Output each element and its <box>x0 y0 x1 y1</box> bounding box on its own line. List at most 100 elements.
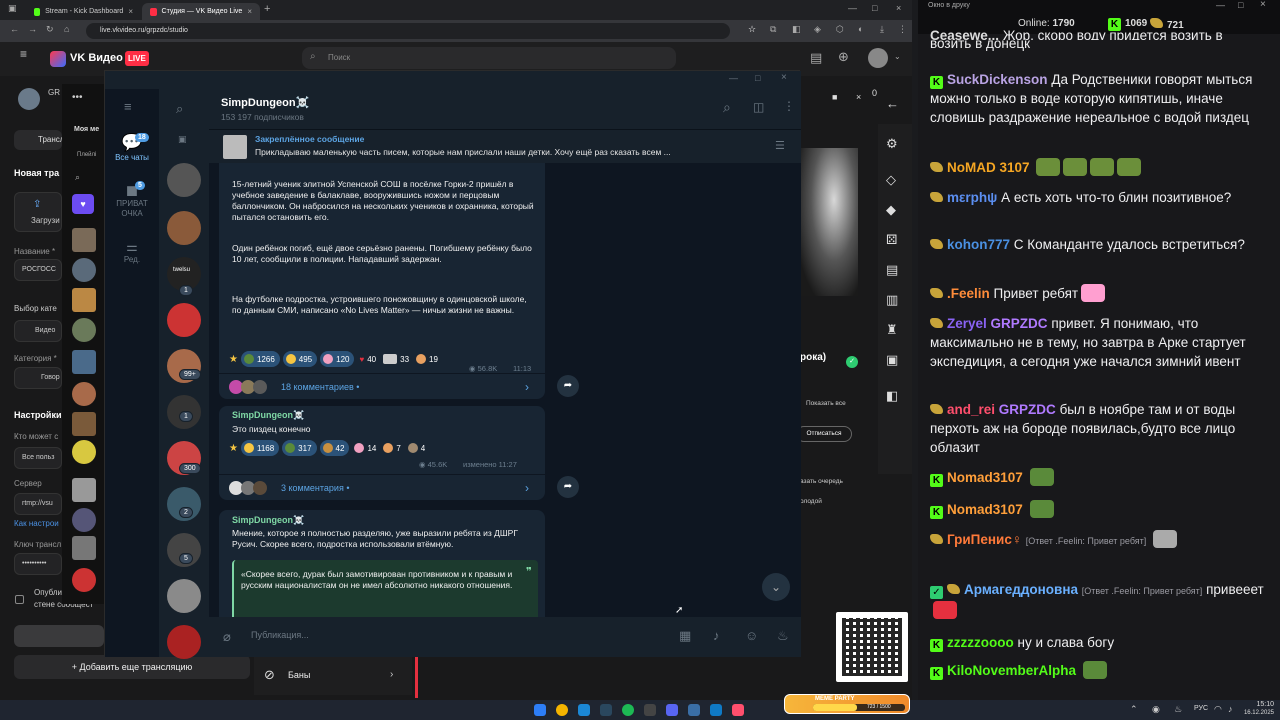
reaction-chip[interactable]: 7 <box>381 440 402 456</box>
close-icon[interactable]: × <box>781 72 787 83</box>
chart-icon[interactable]: ▥ <box>886 292 898 308</box>
reaction-chip[interactable]: 317 <box>282 440 317 456</box>
bans-row[interactable]: ⊘ Баны › <box>254 657 412 695</box>
profile-icon[interactable]: ◐ <box>858 24 863 34</box>
chrome-icon[interactable] <box>556 704 568 716</box>
schedule-calendar-icon[interactable]: ▦ <box>679 628 691 644</box>
pin-list-icon[interactable]: ☰ <box>775 139 785 152</box>
comments-row[interactable]: 18 комментариев • › <box>219 373 545 399</box>
dice-icon[interactable]: ⚄ <box>886 232 897 248</box>
cast-icon[interactable]: ▤ <box>810 50 822 66</box>
close-icon[interactable]: × <box>856 92 861 102</box>
url-field[interactable]: live.vkvideo.ru/grpzdc/studio <box>86 23 730 39</box>
reaction-chip[interactable]: 14 <box>352 440 378 456</box>
avatar[interactable] <box>868 48 888 68</box>
download-icon[interactable]: ⤓ <box>880 24 884 35</box>
video-thumbnail[interactable] <box>72 318 96 342</box>
chat-mention[interactable]: GRPZDC <box>999 402 1056 417</box>
reaction-chip[interactable]: 1266 <box>240 351 280 367</box>
chat-username[interactable]: Армагеддоновна <box>964 582 1078 597</box>
close-icon[interactable]: × <box>247 7 252 16</box>
forward-icon[interactable]: → <box>28 24 37 34</box>
minimize-icon[interactable]: — <box>1216 0 1225 10</box>
emoji-icon[interactable]: ☺ <box>745 628 758 643</box>
windows-start-icon[interactable] <box>534 704 546 716</box>
video-thumbnail[interactable] <box>72 258 96 282</box>
microphone-icon[interactable]: ♨ <box>1174 704 1182 715</box>
language-indicator[interactable]: РУС <box>1194 705 1208 712</box>
home-icon[interactable]: ⌂ <box>64 24 69 34</box>
video-thumbnail[interactable] <box>72 568 96 592</box>
close-icon[interactable]: × <box>128 7 133 16</box>
tray-chevron-icon[interactable]: ⌃ <box>1130 704 1138 715</box>
more-dots-icon[interactable]: ••• <box>72 92 83 103</box>
chat-avatar[interactable] <box>167 211 201 245</box>
chat-avatar[interactable] <box>167 163 201 197</box>
more-vertical-icon[interactable]: ⋮ <box>783 99 795 113</box>
video-thumbnail[interactable] <box>72 478 96 502</box>
video-thumbnail[interactable] <box>72 412 96 436</box>
video-thumbnail[interactable] <box>72 382 96 406</box>
unsubscribe-button[interactable]: Отписаться <box>796 426 852 442</box>
tab-vk-studio[interactable]: Студия — VK Видео Live × <box>142 3 260 20</box>
broadcast-name-field[interactable]: РОСГОСС <box>14 259 62 281</box>
chat-username[interactable]: ГриПенис♀ <box>947 532 1022 547</box>
tab-search-icon[interactable]: ▣ <box>8 3 17 14</box>
archive-icon[interactable]: ▣ <box>178 134 187 145</box>
chat-avatar[interactable] <box>167 625 201 659</box>
reload-icon[interactable]: ↻ <box>46 24 54 35</box>
discord-icon[interactable] <box>666 704 678 716</box>
spotify-icon[interactable] <box>622 704 634 716</box>
new-tab-button[interactable]: + <box>264 3 270 15</box>
reaction-chip[interactable]: 1168 <box>240 440 280 456</box>
extension-icon[interactable]: ◈ <box>814 24 821 35</box>
trophy-icon[interactable]: ♜ <box>886 322 898 338</box>
chat-username[interactable]: Nomad3107 <box>947 502 1023 517</box>
star-icon[interactable]: ★ <box>229 354 238 365</box>
network-icon[interactable]: ◠ <box>1214 704 1222 715</box>
minimize-icon[interactable]: — <box>729 73 738 83</box>
upload-cover-area[interactable]: ⇪ Загрузи <box>14 192 62 232</box>
video-thumbnail[interactable] <box>72 508 96 532</box>
twitch-icon[interactable]: ▣ <box>886 352 898 368</box>
add-icon[interactable]: ⊕ <box>838 49 849 65</box>
steam-icon[interactable] <box>600 704 612 716</box>
stream-key-field[interactable]: •••••••••• <box>14 553 62 575</box>
maximize-icon[interactable]: □ <box>755 73 760 83</box>
reaction-chip[interactable]: 120 <box>320 351 355 367</box>
menu-dots-icon[interactable]: ⋮ <box>898 24 907 35</box>
video-thumbnail[interactable] <box>72 536 96 560</box>
search-icon[interactable]: ⌕ <box>176 101 183 117</box>
show-all-link[interactable]: Показать все <box>806 400 846 407</box>
chat-username[interactable]: kohon777 <box>947 237 1010 252</box>
chat-avatar[interactable] <box>167 303 201 337</box>
back-icon[interactable]: ← <box>10 24 19 34</box>
attach-paperclip-icon[interactable]: ⌀ <box>223 629 231 645</box>
microphone-icon[interactable]: ♨ <box>777 628 789 644</box>
chat-username[interactable]: Zeryel <box>947 316 987 331</box>
start-broadcast-button[interactable] <box>14 625 104 647</box>
who-can-field[interactable]: Все польз <box>14 447 62 469</box>
tab-kick-dashboard[interactable]: Stream - Kick Dashboard × <box>26 3 141 20</box>
search-icon[interactable]: ⌕ <box>75 172 80 183</box>
extension-icon[interactable]: ⧉ <box>770 24 776 35</box>
reaction-chip[interactable]: 495 <box>282 351 318 367</box>
extension-icon[interactable]: ◧ <box>792 24 801 35</box>
reaction-chip[interactable]: 33 <box>381 351 411 367</box>
star-icon[interactable]: ★ <box>229 443 238 454</box>
comments-row[interactable]: 3 комментария • › <box>219 474 545 500</box>
maximize-icon[interactable]: □ <box>872 3 877 13</box>
tools-icon[interactable]: ◧ <box>886 388 898 404</box>
chat-username[interactable]: and_rei <box>947 402 995 417</box>
bell-icon[interactable]: ♪ <box>713 628 720 643</box>
heart-icon[interactable]: ♥ <box>72 194 94 214</box>
chat-username[interactable]: KiloNovemberAlpha <box>947 663 1076 678</box>
chat-username[interactable]: .Feelin <box>947 286 990 301</box>
hamburger-menu-icon[interactable]: ≡ <box>20 48 34 60</box>
pinned-message-bar[interactable]: Закреплённое сообщение Прикладываю мален… <box>209 129 801 163</box>
tray-app-icon[interactable]: ◉ <box>1152 704 1160 715</box>
minimize-icon[interactable]: — <box>848 3 857 13</box>
maximize-icon[interactable]: □ <box>1238 0 1243 10</box>
scroll-down-button[interactable]: ⌄ <box>762 573 790 601</box>
broadcast-tab[interactable]: Трансл <box>14 130 64 150</box>
